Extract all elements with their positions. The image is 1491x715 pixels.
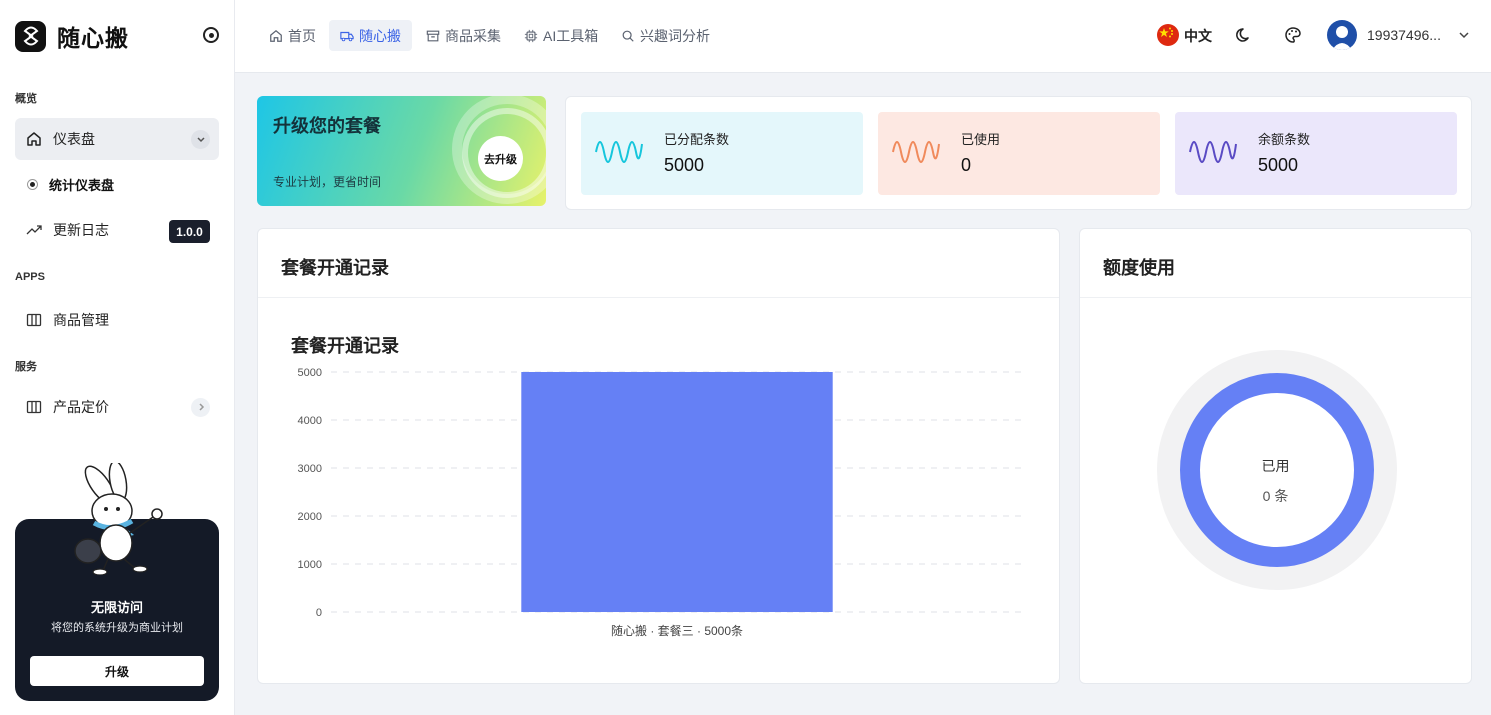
sidebar-subitem-stats-dashboard[interactable]: 统计仪表盘 — [28, 175, 114, 194]
trending-icon — [25, 221, 43, 239]
chip-icon — [524, 29, 538, 43]
bullet-icon — [28, 180, 37, 189]
upgrade-button[interactable]: 去升级 — [478, 136, 523, 181]
moon-icon[interactable] — [1233, 24, 1255, 46]
y-tick-label: 1000 — [298, 559, 322, 571]
promo-upgrade-button[interactable]: 升级 — [30, 656, 204, 686]
section-title-apps: APPS — [15, 271, 45, 283]
y-tick-label: 5000 — [298, 367, 322, 379]
home-icon — [269, 29, 283, 43]
app-name: 随心搬 — [57, 25, 129, 51]
tab-keyword-analysis[interactable]: 兴趣词分析 — [610, 20, 721, 51]
tab-label: 随心搬 — [359, 27, 401, 44]
tab-label: 商品采集 — [445, 27, 501, 44]
bunny-mascot-icon — [74, 463, 163, 575]
promo-subtitle: 将您的系统升级为商业计划 — [51, 622, 183, 634]
tab-suixinban[interactable]: 随心搬 — [329, 20, 412, 51]
stat-label: 已使用 — [961, 132, 1001, 147]
app-logo-icon — [15, 20, 46, 52]
columns-icon — [25, 398, 43, 416]
truck-icon — [340, 29, 354, 43]
tab-ai-toolbox[interactable]: AI工具箱 — [513, 20, 609, 51]
y-tick-label: 3000 — [298, 463, 322, 475]
sparkline-icon — [595, 141, 643, 163]
stat-value: 5000 — [664, 155, 705, 175]
tab-label: 首页 — [288, 27, 316, 44]
user-name[interactable]: 19937496... — [1367, 27, 1441, 43]
upgrade-subtitle: 专业计划，更省时间 — [273, 175, 382, 189]
sidebar-subitem-label: 统计仪表盘 — [49, 178, 115, 193]
stat-value: 0 — [961, 155, 972, 175]
sidebar-item-product-management[interactable]: 商品管理 — [15, 299, 219, 341]
sidebar: 随心搬 概览 仪表盘 统计仪表盘 更新日志 1.0.0 APPS 商品管理 服务 — [0, 0, 235, 715]
upgrade-card: 升级您的套餐 专业计划，更省时间 去升级 — [257, 96, 546, 206]
sidebar-item-label: 更新日志 — [53, 222, 109, 238]
chevron-down-icon[interactable] — [191, 129, 210, 149]
sidebar-item-dashboard[interactable]: 仪表盘 — [15, 118, 219, 160]
quota-panel: 额度使用 已用 0 条 — [1079, 228, 1472, 684]
china-flag-icon[interactable] — [1157, 24, 1179, 46]
sparkline-icon — [892, 141, 940, 163]
tab-product-collection[interactable]: 商品采集 — [415, 20, 512, 51]
topbar: 首页 随心搬 商品采集 AI工具箱 兴趣词分析 中文 19937496... — [235, 0, 1491, 73]
y-tick-label: 2000 — [298, 511, 322, 523]
sidebar-item-label: 产品定价 — [53, 399, 109, 415]
sidebar-item-label: 仪表盘 — [53, 131, 95, 147]
archive-icon — [426, 29, 440, 43]
tab-home[interactable]: 首页 — [258, 20, 327, 51]
section-title-services: 服务 — [15, 361, 37, 373]
sparkline-icon — [1189, 141, 1237, 163]
sidebar-toggle-icon[interactable] — [203, 27, 219, 43]
chevron-down-icon[interactable] — [1457, 28, 1471, 47]
donut-center-label: 已用 — [1261, 458, 1290, 474]
chevron-right-icon[interactable] — [191, 397, 210, 417]
promo-title: 无限访问 — [90, 600, 143, 615]
x-tick-label: 随心搬 · 套餐三 · 5000条 — [611, 623, 743, 638]
tab-label: AI工具箱 — [543, 27, 599, 44]
stat-card-balance: 余额条数 5000 — [1175, 112, 1457, 195]
sidebar-item-pricing[interactable]: 产品定价 — [15, 386, 219, 428]
y-tick-label: 4000 — [298, 415, 322, 427]
upgrade-title: 升级您的套餐 — [273, 116, 381, 136]
language-selector[interactable]: 中文 — [1184, 26, 1212, 46]
search-icon — [621, 29, 635, 43]
columns-icon — [25, 311, 43, 329]
donut-center-value: 0 条 — [1262, 488, 1289, 504]
palette-icon[interactable] — [1282, 24, 1304, 46]
brand[interactable]: 随心搬 — [15, 19, 129, 53]
stats-panel: 已分配条数 5000 已使用 0 余额条数 5000 — [565, 96, 1472, 210]
stat-label: 余额条数 — [1258, 132, 1311, 147]
bar-chart: 0 1000 2000 3000 4000 5000 随心搬 · 套餐三 · 5000条 — [298, 367, 1023, 638]
home-icon — [25, 130, 43, 148]
records-panel: 套餐开通记录 套餐开通记录 0 1000 2000 3000 4000 5000 随心搬 ·… — [257, 228, 1060, 684]
stat-card-allocated: 已分配条数 5000 — [581, 112, 863, 195]
stat-value: 5000 — [1258, 155, 1299, 175]
bar — [521, 372, 833, 612]
version-badge: 1.0.0 — [169, 220, 210, 243]
section-title-overview: 概览 — [15, 93, 37, 105]
sidebar-item-label: 商品管理 — [53, 312, 109, 328]
stat-label: 已分配条数 — [664, 132, 730, 147]
y-tick-label: 0 — [316, 607, 322, 619]
avatar[interactable] — [1327, 20, 1357, 50]
tab-label: 兴趣词分析 — [640, 27, 710, 44]
stat-card-used: 已使用 0 — [878, 112, 1160, 195]
